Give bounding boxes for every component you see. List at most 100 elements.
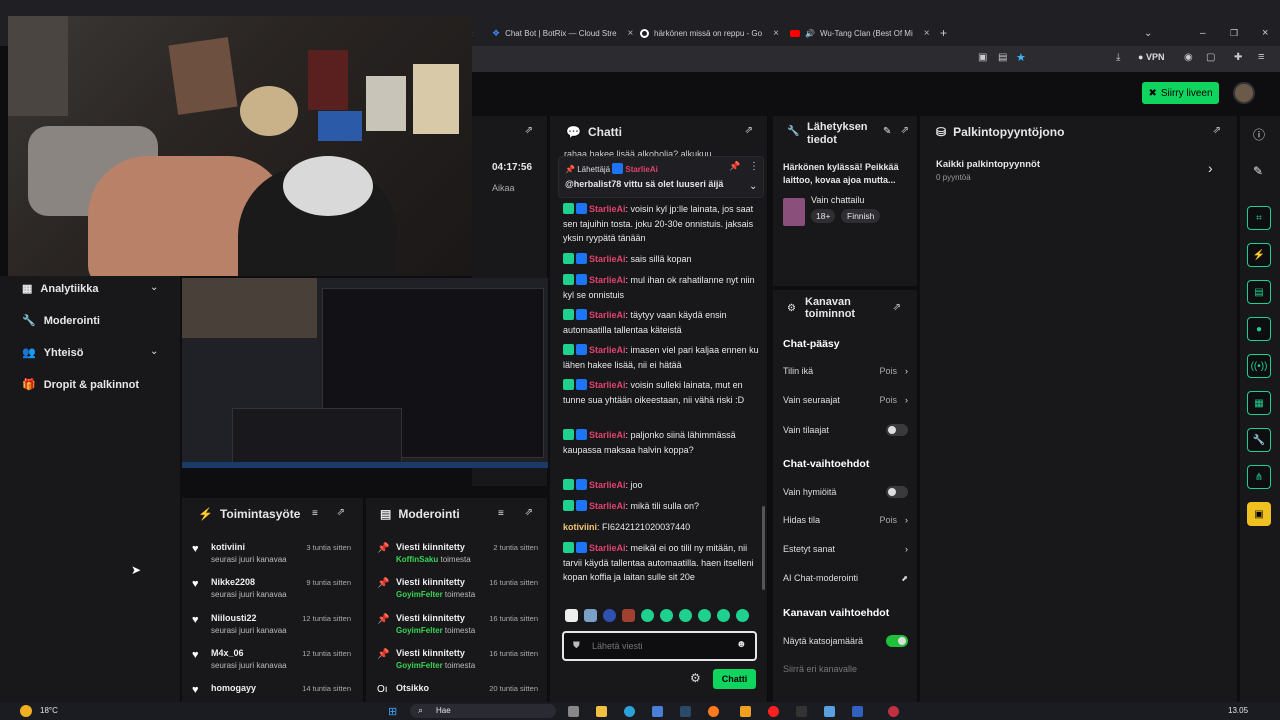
list-item[interactable]: ♥ kotiviini 3 tuntia sitten seurasi juuri k… — [190, 542, 355, 578]
emote-icon[interactable] — [584, 609, 597, 622]
opera-icon[interactable] — [768, 706, 779, 717]
emote-icon[interactable] — [717, 609, 730, 622]
list-item[interactable]: ♥ Niilousti22 12 tuntia sitten seurasi juur… — [190, 613, 355, 649]
slow-mode-option[interactable]: Hidas tila Pois › — [783, 515, 908, 525]
list-item[interactable]: ♥ Nikke2208 9 tuntia sitten seurasi juuri k… — [190, 577, 355, 613]
emote-icon[interactable] — [603, 609, 616, 622]
chat-username[interactable]: StarlieAi — [589, 380, 626, 390]
chevron-right-icon[interactable]: › — [1208, 160, 1213, 176]
chat-username[interactable]: StarlieAi — [589, 310, 626, 320]
edge-icon[interactable] — [624, 706, 635, 717]
chat-username[interactable]: StarlieAi — [589, 275, 626, 285]
app-icon[interactable] — [888, 706, 899, 717]
pencil-icon[interactable]: ✎ — [1253, 164, 1263, 178]
reader-icon[interactable]: ▤ — [998, 52, 1007, 63]
list-item[interactable]: 📌 Viesti kiinnitetty 16 tuntia sitten Goyim… — [374, 577, 540, 613]
share-icon[interactable]: ⋔ — [1247, 465, 1271, 489]
chevron-down-icon[interactable]: ⌄ — [1144, 22, 1152, 44]
stack-icon[interactable]: ▦ — [1247, 391, 1271, 415]
tab-youtube[interactable]: 🔊 Wu-Tang Clan (Best Of Mi × — [790, 22, 930, 44]
emote-icon[interactable] — [565, 609, 578, 622]
chat-message[interactable]: StarlieAi: paljonko siinä lähimmässä kau… — [563, 428, 763, 457]
tag[interactable]: Finnish — [841, 209, 881, 223]
gear-icon[interactable]: ⚙ — [690, 671, 701, 685]
info-icon[interactable]: ⓘ — [1253, 126, 1265, 143]
chat-message[interactable]: StarlieAi: imasen viel pari kaljaa ennen… — [563, 343, 763, 372]
vlc-icon[interactable] — [740, 706, 751, 717]
send-chat-button[interactable]: Chatti — [713, 669, 756, 689]
windows-start-icon[interactable]: ⊞ — [388, 705, 397, 718]
chevron-down-icon[interactable]: ⌄ — [150, 346, 158, 357]
chat-username[interactable]: kotiviini — [563, 522, 597, 532]
star-icon[interactable]: ★ — [1016, 51, 1026, 64]
close-icon[interactable]: × — [924, 28, 930, 39]
stream-category[interactable]: Vain chattailu — [811, 195, 864, 205]
terminal-icon[interactable] — [796, 706, 807, 717]
maximize-button[interactable]: ❐ — [1230, 22, 1238, 44]
sidebar-item-community[interactable]: 👥 Yhteisö — [22, 346, 83, 360]
filter-icon[interactable]: ≡ — [498, 508, 504, 519]
subscribers-only-toggle[interactable] — [886, 424, 908, 436]
chat-username[interactable]: StarlieAi — [589, 543, 626, 553]
list-item[interactable]: 📌 Viesti kiinnitetty 2 tuntia sitten Koffin… — [374, 542, 540, 578]
chat-message[interactable]: StarlieAi: meikäl ei oo tilil ny mitään,… — [563, 541, 763, 585]
lightning-icon[interactable]: ⚡ — [1247, 243, 1271, 267]
chat-message[interactable]: StarlieAi: joo — [563, 478, 763, 493]
folder-icon[interactable] — [596, 706, 607, 717]
chat-message[interactable]: StarlieAi: mul ihan ok rahatilanne nyt n… — [563, 273, 763, 302]
chat-input[interactable] — [592, 638, 732, 654]
tag[interactable]: 18+ — [811, 209, 836, 223]
app-icon[interactable] — [824, 706, 835, 717]
chat-message[interactable]: StarlieAi: mikä tili sulla on? — [563, 499, 763, 514]
vpn-button[interactable]: ● VPN — [1138, 52, 1164, 62]
ai-moderation-option[interactable]: AI Chat-moderointi ⬈ — [783, 573, 908, 583]
chat-message[interactable]: StarlieAi: voisin kyl jp:lle lainata, jo… — [563, 202, 763, 246]
account-age-option[interactable]: Tilin ikä Pois › — [783, 366, 908, 376]
task-view-icon[interactable] — [568, 706, 579, 717]
emote-icon[interactable] — [622, 609, 635, 622]
list-item[interactable]: ♥ M4x_06 12 tuntia sitten seurasi juuri kan… — [190, 648, 355, 684]
emote-icon[interactable] — [698, 609, 711, 622]
chat-username[interactable]: StarlieAi — [589, 501, 626, 511]
taskbar-search[interactable]: ⌕ Hae — [410, 704, 556, 718]
wallet-icon[interactable]: ▢ — [1206, 52, 1215, 63]
pin-icon[interactable]: 📌 — [729, 161, 740, 172]
wrench-icon[interactable]: 🔧 — [1247, 428, 1271, 452]
popout-icon[interactable]: ⇗ — [525, 125, 533, 136]
popout-icon[interactable]: ⇗ — [901, 125, 909, 136]
store-icon[interactable] — [652, 706, 663, 717]
filter-icon[interactable]: ≡ — [312, 508, 318, 519]
emote-only-toggle[interactable] — [886, 486, 908, 498]
popout-icon[interactable]: ⇗ — [525, 507, 533, 518]
download-icon[interactable]: ⤓ — [1116, 52, 1120, 63]
chat-message[interactable]: StarlieAi: sais sillä kopan — [563, 252, 763, 267]
chat-username[interactable]: StarlieAi — [589, 345, 626, 355]
minimize-button[interactable]: – — [1200, 22, 1206, 44]
tab-google[interactable]: härkönen missä on reppu - Go × — [640, 22, 779, 44]
edit-icon[interactable]: ✎ — [883, 126, 891, 137]
chat-bubble-icon[interactable]: ● — [1247, 317, 1271, 341]
weather-temp[interactable]: 18°C — [40, 706, 58, 715]
pinned-message[interactable]: 📌 Lähettäjä StarlieAi 📌 ⋮ @herbalist78 v… — [558, 156, 764, 198]
app-icon[interactable] — [852, 706, 863, 717]
chevron-down-icon[interactable]: ⌄ — [150, 282, 158, 293]
screenshot-icon[interactable]: ▣ — [978, 52, 987, 63]
extension-icon[interactable]: ✚ — [1234, 52, 1242, 63]
chat-username[interactable]: StarlieAi — [589, 480, 626, 490]
popout-icon[interactable]: ⇗ — [337, 507, 345, 518]
clock[interactable]: 13.05 — [1228, 706, 1248, 715]
emoji-icon[interactable]: ☻ — [736, 639, 747, 650]
popout-icon[interactable]: ⇗ — [893, 302, 901, 313]
menu-icon[interactable]: ≡ — [1258, 51, 1264, 63]
document-icon[interactable]: ▤ — [1247, 280, 1271, 304]
raid-channel-option[interactable]: Siirrä eri kanavalle — [783, 664, 908, 674]
blocked-words-option[interactable]: Estetyt sanat › — [783, 544, 908, 554]
close-icon[interactable]: × — [773, 28, 779, 39]
account-icon[interactable]: ◉ — [1184, 52, 1193, 63]
sidebar-item-drops[interactable]: 🎁 Dropit & palkinnot — [22, 378, 139, 392]
emote-icon[interactable] — [736, 609, 749, 622]
list-item[interactable]: ♥ homogayy 14 tuntia sitten — [190, 683, 355, 701]
clip-icon[interactable]: ⌗ — [1247, 206, 1271, 230]
sidebar-item-moderation[interactable]: 🔧 Moderointi — [22, 314, 100, 328]
chat-message[interactable]: StarlieAi: voisin sulleki lainata, mut e… — [563, 378, 763, 407]
